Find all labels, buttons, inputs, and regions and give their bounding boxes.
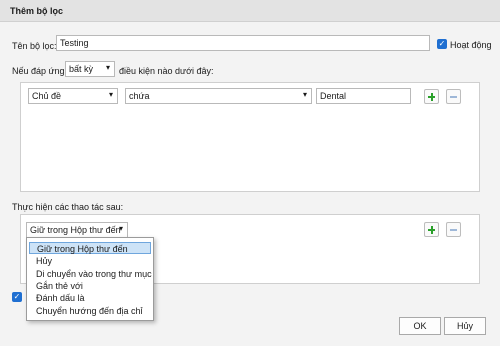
chevron-down-icon: ▾ xyxy=(105,63,110,72)
dropdown-option-keep-inbox[interactable]: Giữ trong Hộp thư đến xyxy=(29,242,151,254)
bottom-option-checkbox[interactable]: ✓ xyxy=(12,292,22,302)
match-select-value: bất kỳ xyxy=(69,64,94,74)
condition-operator-select[interactable]: chứa ▾ xyxy=(125,88,312,104)
chevron-down-icon: ▾ xyxy=(108,90,113,99)
dropdown-option-redirect[interactable]: Chuyển hướng đến địa chỉ xyxy=(29,305,151,317)
actions-label: Thực hiện các thao tác sau: xyxy=(12,202,124,212)
active-checkbox[interactable]: ✓ xyxy=(437,39,447,49)
condition-operator-value: chứa xyxy=(129,91,150,101)
ok-button[interactable]: OK xyxy=(399,317,441,335)
action-dropdown-list: Giữ trong Hộp thư đến Hủy Di chuyển vào … xyxy=(26,237,154,321)
filter-name-label: Tên bộ lọc: xyxy=(12,41,57,51)
chevron-down-icon: ▾ xyxy=(118,224,123,233)
filter-name-input[interactable]: Testing xyxy=(56,35,430,51)
dialog-title-bar: Thêm bộ lọc xyxy=(0,0,500,22)
checkmark-icon: ✓ xyxy=(13,292,21,301)
action-select-value: Giữ trong Hộp thư đến xyxy=(30,225,121,235)
dropdown-option-move-to-folder[interactable]: Di chuyển vào trong thư mục xyxy=(29,268,152,280)
add-condition-button[interactable] xyxy=(424,89,439,104)
remove-condition-button[interactable] xyxy=(446,89,461,104)
active-label: Hoạt động xyxy=(450,40,492,50)
match-select[interactable]: bất kỳ ▾ xyxy=(65,61,115,77)
add-action-button[interactable] xyxy=(424,222,439,237)
condition-field-select[interactable]: Chủ đề ▾ xyxy=(28,88,118,104)
match-suffix-label: điều kiện nào dưới đây: xyxy=(119,66,214,76)
remove-action-button[interactable] xyxy=(446,222,461,237)
condition-value-input[interactable]: Dental xyxy=(316,88,411,104)
condition-field-value: Chủ đề xyxy=(32,91,62,101)
match-prefix-label: Nếu đáp ứng xyxy=(12,66,65,76)
dropdown-option-tag[interactable]: Gắn thẻ với xyxy=(29,280,151,292)
dropdown-option-mark-as[interactable]: Đánh dấu là xyxy=(29,292,151,304)
action-select[interactable]: Giữ trong Hộp thư đến ▾ xyxy=(26,222,128,238)
checkmark-icon: ✓ xyxy=(438,39,446,48)
cancel-button[interactable]: Hủy xyxy=(444,317,486,335)
dialog-title: Thêm bộ lọc xyxy=(10,6,64,16)
dropdown-option-delete[interactable]: Hủy xyxy=(29,255,151,267)
chevron-down-icon: ▾ xyxy=(302,90,307,99)
